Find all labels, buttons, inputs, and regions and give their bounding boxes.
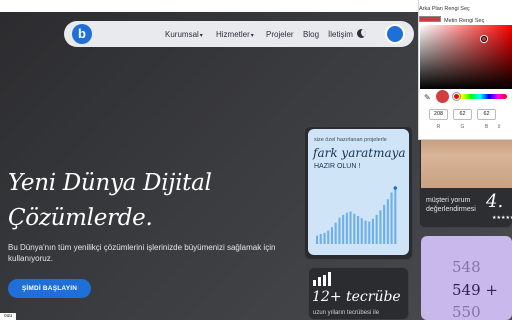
chart-card-headline: fark yaratmaya [313,146,406,160]
nav-item-hizmetler[interactable]: Hizmetler▾ [216,30,254,39]
nav-item-label: Hizmetler [216,30,250,39]
g-input[interactable]: 62 [453,109,472,120]
saturation-handle[interactable] [481,36,487,42]
r-label: R [436,124,441,130]
chevron-down-icon: ▾ [250,33,254,39]
eyedropper-icon[interactable]: ✎ [424,93,431,102]
chart-bar [375,214,378,244]
chart-bar [338,217,341,244]
chart-bar [364,220,367,244]
chart-bar [386,199,389,244]
nav-item-projeler[interactable]: Projeler [266,30,294,39]
hue-slider[interactable] [453,94,507,99]
nav-action-button[interactable] [385,24,405,44]
chart-bar [327,230,330,244]
hue-slider-handle[interactable] [453,93,460,100]
format-toggle-icon[interactable]: ⇕ [497,124,501,130]
b-label: B [484,124,489,130]
text-color-label[interactable]: Metin Rengi Seç [444,18,484,24]
chart-bar [368,221,371,244]
b-input[interactable]: 62 [477,109,496,120]
experience-title: 12+ tecrübe [312,289,401,305]
review-stat: 4. [486,191,504,212]
chevron-down-icon: ▾ [199,33,203,39]
nav-item-blog[interactable]: Blog [303,30,319,39]
nav-item-iletisim[interactable]: İletişim [328,30,353,39]
chart-bar [357,216,360,244]
saturation-value-area[interactable] [420,25,512,89]
chart-bar [342,214,345,244]
r-input[interactable]: 208 [429,109,448,120]
bg-color-swatch[interactable] [419,16,441,22]
chart-bar [390,192,393,244]
chart-bar [316,235,319,244]
experience-subtitle: uzun yılların tecrübesi ile [313,310,380,316]
chart-bar [323,232,326,244]
counter-current: 549 + [452,281,498,299]
bg-color-label: Arka Plan Rengi Seç [419,6,470,12]
selected-color-preview [436,90,449,103]
bar-chart-icon [313,272,331,286]
chart-bar [319,233,322,244]
chart-peak-marker [393,186,398,190]
counter-prev: 548 [452,258,481,276]
chart-bar [394,188,397,244]
nav-item-label: Kurumsal [165,30,199,39]
moon-icon[interactable] [357,29,366,38]
chart-bar [330,227,333,244]
chart-bar [353,213,356,244]
chart-card-ready: HAZIR OLUN ! [314,163,361,170]
review-label: müşteri yorum değerlendirmesi [426,197,476,213]
nav-item-kurumsal[interactable]: Kurumsal▾ [165,30,203,39]
chart-bar [345,212,348,244]
chart-bar [379,210,382,244]
chart-bar [371,218,374,244]
corner-tag: ouu [0,313,16,320]
g-label: G [460,124,465,130]
counter-next: 550 [452,303,481,320]
chart-bar [360,218,363,244]
chart-bar [349,211,352,244]
logo[interactable]: b [72,24,92,44]
start-now-button[interactable]: ŞİMDİ BAŞLAYIN [8,279,91,298]
chart-card-caption: size özel hazırlanan projelerle [314,137,387,143]
chart-bar [383,204,386,244]
star-rating-icon: ★★★★★ [492,215,512,221]
chart-bar [334,222,337,244]
